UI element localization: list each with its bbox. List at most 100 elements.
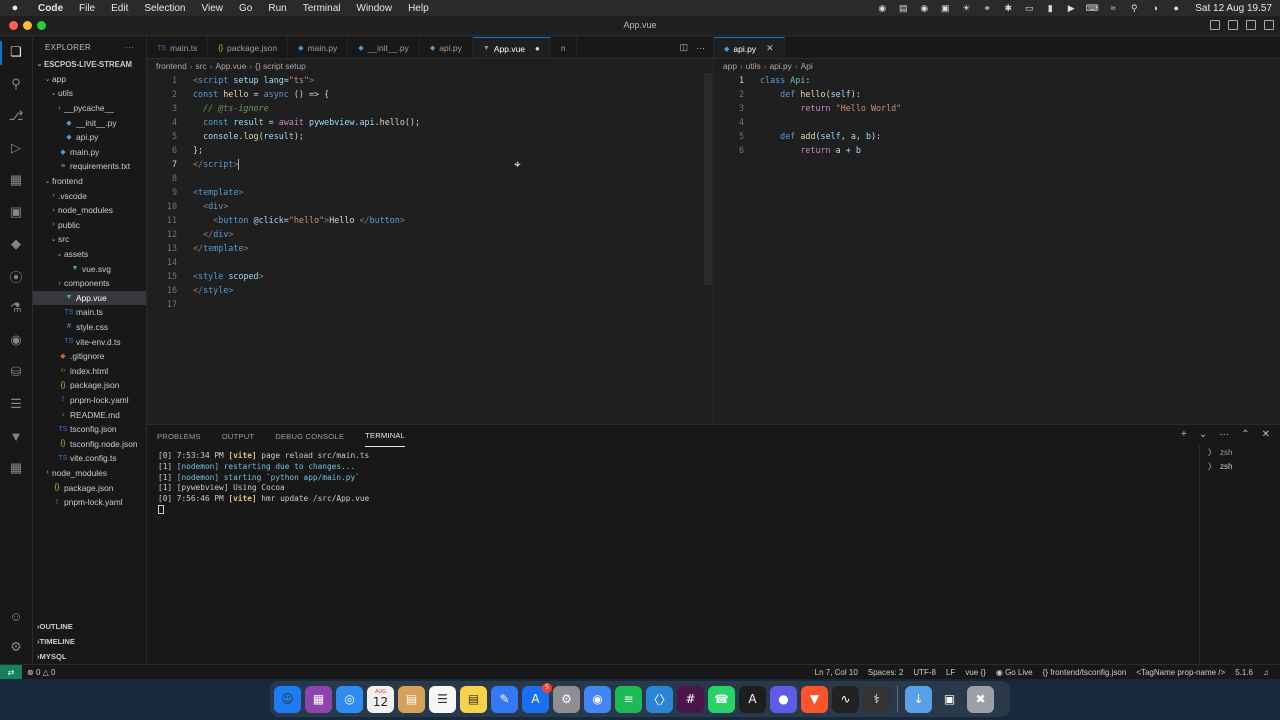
editor-tab[interactable]: n xyxy=(551,37,577,58)
activity-monitor-icon[interactable]: ∿ xyxy=(832,685,859,713)
file-item[interactable]: # style.css xyxy=(33,320,146,335)
remote-explorer-icon[interactable]: ▣ xyxy=(7,203,25,221)
menu-file[interactable]: File xyxy=(71,3,103,14)
file-item[interactable]: ▼ vue.svg xyxy=(33,261,146,276)
breadcrumb-item[interactable]: Api xyxy=(801,61,813,71)
display-icon[interactable]: ▭ xyxy=(1023,3,1035,13)
file-item[interactable]: ◆ api.py xyxy=(33,130,146,145)
folder-item[interactable]: ⌄ src xyxy=(33,232,146,247)
close-tab-icon[interactable]: ✕ xyxy=(766,43,774,54)
play-icon[interactable]: ▶ xyxy=(1065,3,1077,13)
code-line[interactable]: 6}; xyxy=(147,143,203,157)
brightness-icon[interactable]: ☀ xyxy=(960,3,972,13)
disk-utility-icon[interactable]: ⚕ xyxy=(863,685,890,713)
menu-app-name[interactable]: Code xyxy=(30,3,71,14)
explorer-icon[interactable]: ❏ xyxy=(7,43,25,61)
tab-terminal[interactable]: TERMINAL xyxy=(365,425,406,447)
editor-tab[interactable]: ◆ api.py ✕ xyxy=(714,37,785,58)
indentation[interactable]: Spaces: 2 xyxy=(863,668,909,677)
more-actions-icon[interactable]: ··· xyxy=(125,43,134,52)
folder-item[interactable]: › node_modules xyxy=(33,466,146,481)
brave-icon[interactable]: ▼ xyxy=(801,685,828,713)
editor-scrollbar[interactable] xyxy=(704,73,712,285)
cursor-position[interactable]: Ln 7, Col 10 xyxy=(810,668,863,677)
file-item[interactable]: ! pnpm-lock.yaml xyxy=(33,393,146,408)
file-item[interactable]: TS vite.config.ts xyxy=(33,451,146,466)
file-item[interactable]: TS vite-env.d.ts xyxy=(33,334,146,349)
launchpad-icon[interactable]: ▦ xyxy=(305,685,332,713)
app-store-icon[interactable]: A5 xyxy=(522,682,552,713)
outline-section[interactable]: › OUTLINE xyxy=(33,619,146,634)
terminal-list-item[interactable]: 〉 zsh xyxy=(1200,459,1280,473)
chrome-icon[interactable]: ◉ xyxy=(584,685,611,713)
menu-run[interactable]: Run xyxy=(260,3,294,14)
folder-item[interactable]: ⌄ assets xyxy=(33,247,146,262)
keyboard-icon[interactable]: ⌨ xyxy=(1086,3,1099,13)
search-icon[interactable]: ⚲ xyxy=(7,75,25,93)
record-icon[interactable]: ◉ xyxy=(918,3,930,13)
folder-item[interactable]: › .vscode xyxy=(33,188,146,203)
whatsapp-icon[interactable]: ☎ xyxy=(708,685,735,713)
menu-terminal[interactable]: Terminal xyxy=(295,3,349,14)
editor-tab[interactable]: ◆ api.py xyxy=(420,37,473,58)
bluetooth-icon[interactable]: ✱ xyxy=(1002,3,1014,13)
problems-indicator[interactable]: ⊗ 0 △ 0 xyxy=(22,668,60,677)
folder-item[interactable]: › __pycache__ xyxy=(33,101,146,116)
folder-item[interactable]: › public xyxy=(33,218,146,233)
headphones-icon[interactable]: ⚭ xyxy=(981,3,993,13)
code-line[interactable]: 5 console. log(result); xyxy=(147,129,304,143)
slack-icon[interactable]: # xyxy=(677,685,704,713)
file-item[interactable]: ◆ __init__.py xyxy=(33,115,146,130)
terminal-dropdown-icon[interactable]: ⌄ xyxy=(1199,429,1207,440)
toggle-secondary-sidebar-icon[interactable] xyxy=(1246,20,1256,30)
editor-tab[interactable]: ▼ App.vue ● xyxy=(472,37,551,58)
code-line[interactable]: 2 def hello(self): xyxy=(714,87,861,101)
terminal-list-item[interactable]: 〉 zsh xyxy=(1200,445,1280,459)
timeline-section[interactable]: › TIMELINE xyxy=(33,634,146,649)
safari-icon[interactable]: ◎ xyxy=(336,685,363,713)
sidebar-toggle-icon[interactable]: ▤ xyxy=(897,3,909,13)
code-line[interactable]: 4 xyxy=(714,115,760,129)
code-line[interactable]: 6 return a + b xyxy=(714,143,861,157)
menu-go[interactable]: Go xyxy=(231,3,260,14)
code-line[interactable]: 4 const result = await pywebview. api. hel… xyxy=(147,115,420,129)
code-line[interactable]: 17 xyxy=(147,297,193,311)
terminal-icon[interactable]: ▣ xyxy=(939,3,951,13)
folder-item[interactable]: ⌄ frontend xyxy=(33,174,146,189)
spotlight-search-icon[interactable]: ⚲ xyxy=(1128,3,1140,13)
downloads-folder-icon[interactable]: ↓ xyxy=(905,685,932,713)
code-line[interactable]: 3 // @ts-ignore xyxy=(147,101,269,115)
toggle-panel-icon[interactable] xyxy=(1228,20,1238,30)
end-of-line[interactable]: LF xyxy=(941,668,960,677)
spotify-icon[interactable]: ≡ xyxy=(615,685,642,713)
notes-icon[interactable]: ☰ xyxy=(429,685,456,713)
breadcrumb-item[interactable]: src xyxy=(196,61,207,71)
typescript-version[interactable]: 5.1.6 xyxy=(1230,668,1258,677)
code-line[interactable]: 5 def add(self, a, b): xyxy=(714,129,881,143)
github-icon[interactable]: ◉ xyxy=(7,331,25,349)
menu-edit[interactable]: Edit xyxy=(103,3,136,14)
terminal-output[interactable]: [0] 7:53:34 PM [vite] page reload src/ma… xyxy=(158,451,369,516)
menu-selection[interactable]: Selection xyxy=(136,3,193,14)
tab-debug-console[interactable]: DEBUG CONSOLE xyxy=(275,425,344,447)
code-line[interactable]: 3 return "Hello World" xyxy=(714,101,901,115)
code-line[interactable]: 8 xyxy=(147,171,193,185)
split-editor-icon[interactable]: ◫ xyxy=(679,42,688,53)
code-editor-right[interactable]: 1 class Api:2 def hello(self): 3 return "H… xyxy=(714,73,1280,423)
customize-layout-icon[interactable] xyxy=(1264,20,1274,30)
file-item[interactable]: ≡ requirements.txt xyxy=(33,159,146,174)
code-line[interactable]: 15 < style scoped > xyxy=(147,269,264,283)
terminal-prompt-line[interactable] xyxy=(158,504,369,516)
editor-tab[interactable]: TS main.ts xyxy=(147,37,209,58)
file-item[interactable]: ↓ README.md xyxy=(33,407,146,422)
control-center-icon[interactable]: ◑ xyxy=(1149,3,1161,13)
breadcrumb-item[interactable]: utils xyxy=(746,61,761,71)
file-item[interactable]: ◆ main.py xyxy=(33,145,146,160)
language-mode[interactable]: vue {} xyxy=(960,668,990,677)
battery-icon[interactable]: ▮ xyxy=(1044,3,1056,13)
menu-window[interactable]: Window xyxy=(349,3,401,14)
close-panel-icon[interactable]: ✕ xyxy=(1262,429,1270,440)
manage-gear-icon[interactable]: ⚙ xyxy=(7,638,25,656)
folder-item[interactable]: ⌄ app xyxy=(33,72,146,87)
menu-view[interactable]: View xyxy=(194,3,232,14)
